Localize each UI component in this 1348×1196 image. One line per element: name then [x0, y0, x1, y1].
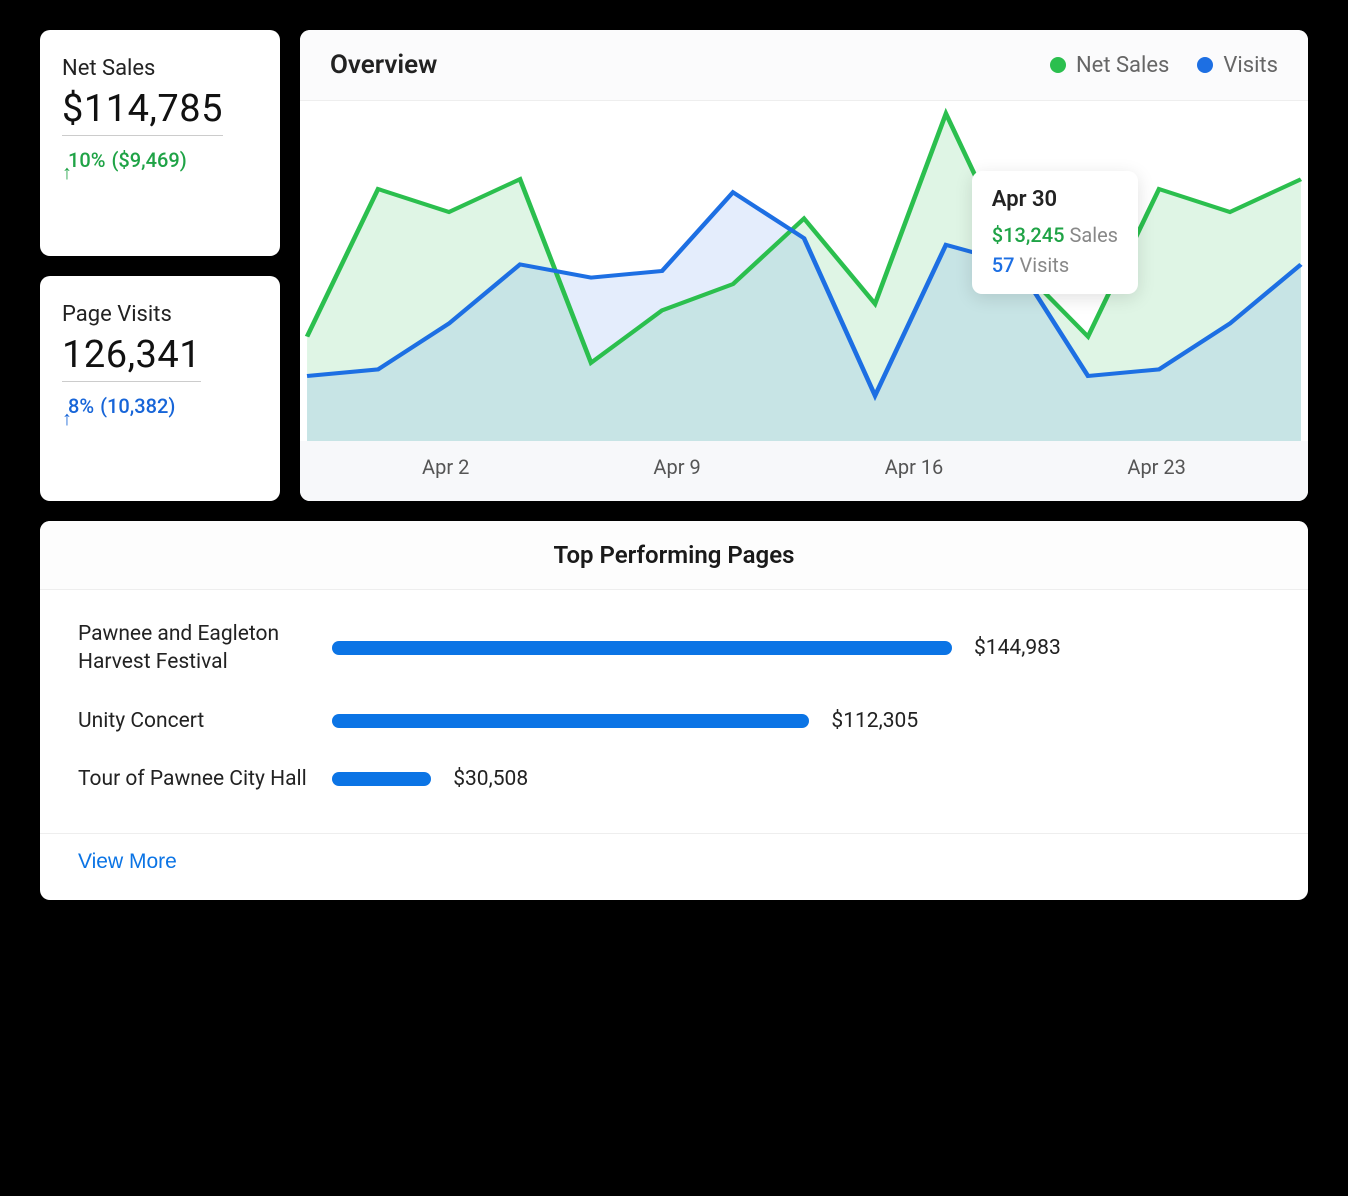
- overview-title: Overview: [330, 50, 437, 80]
- top-page-name: Tour of Pawnee City Hall: [78, 765, 308, 793]
- top-page-bar-wrap: $30,508: [332, 767, 1270, 791]
- legend-net-sales-label: Net Sales: [1076, 53, 1169, 78]
- top-pages-body: Pawnee and Eagleton Harvest Festival $144…: [40, 590, 1308, 833]
- top-page-bar-wrap: $112,305: [332, 709, 1270, 733]
- top-page-bar: [332, 641, 952, 655]
- overview-chart[interactable]: Apr 30 $13,245 Sales 57 Visits: [300, 101, 1308, 441]
- legend-visits[interactable]: Visits: [1197, 53, 1278, 78]
- tooltip-sales-value: $13,245: [992, 223, 1065, 247]
- tooltip-sales-label: Sales: [1069, 223, 1118, 247]
- tooltip-visits-row: 57 Visits: [992, 250, 1118, 280]
- overview-header: Overview Net Sales Visits: [300, 30, 1308, 101]
- top-page-row[interactable]: Tour of Pawnee City Hall $30,508: [78, 765, 1270, 793]
- tooltip-sales-row: $13,245 Sales: [992, 220, 1118, 250]
- tooltip-date: Apr 30: [992, 187, 1118, 212]
- tooltip-visits-label: Visits: [1020, 253, 1070, 277]
- overview-chart-svg: [300, 101, 1308, 441]
- x-tick: Apr 2: [422, 455, 469, 479]
- overview-legend: Net Sales Visits: [1050, 53, 1278, 78]
- top-page-row[interactable]: Unity Concert $112,305: [78, 707, 1270, 735]
- top-pages-footer: View More: [40, 833, 1308, 900]
- page-visits-delta-abs: (10,382): [100, 394, 175, 418]
- net-sales-delta-pct: 10%: [68, 148, 105, 172]
- top-page-name: Pawnee and Eagleton Harvest Festival: [78, 620, 308, 677]
- x-tick: Apr 9: [653, 455, 700, 479]
- x-tick: Apr 23: [1127, 455, 1186, 479]
- chart-tooltip: Apr 30 $13,245 Sales 57 Visits: [972, 171, 1138, 294]
- top-page-bar-wrap: $144,983: [332, 636, 1270, 660]
- overview-x-axis: Apr 2 Apr 9 Apr 16 Apr 23: [300, 441, 1308, 501]
- view-more-button[interactable]: View More: [78, 850, 177, 874]
- page-visits-label: Page Visits: [62, 302, 258, 327]
- legend-net-sales[interactable]: Net Sales: [1050, 53, 1169, 78]
- dot-icon: [1050, 57, 1066, 73]
- top-page-bar: [332, 714, 809, 728]
- net-sales-delta-abs: ($9,469): [111, 148, 186, 172]
- net-sales-label: Net Sales: [62, 56, 258, 81]
- top-pages-title: Top Performing Pages: [40, 521, 1308, 590]
- top-page-row[interactable]: Pawnee and Eagleton Harvest Festival $144…: [78, 620, 1270, 677]
- top-page-name: Unity Concert: [78, 707, 308, 735]
- overview-card: Overview Net Sales Visits Apr 3: [300, 30, 1308, 501]
- page-visits-delta: 8% (10,382): [62, 394, 258, 418]
- page-visits-card: Page Visits 126,341 8% (10,382): [40, 276, 280, 502]
- top-page-value: $112,305: [831, 709, 918, 733]
- page-visits-value: 126,341: [62, 333, 201, 382]
- top-page-value: $30,508: [453, 767, 528, 791]
- top-pages-card: Top Performing Pages Pawnee and Eagleton…: [40, 521, 1308, 900]
- tooltip-visits-value: 57: [992, 253, 1015, 277]
- net-sales-card: Net Sales $114,785 10% ($9,469): [40, 30, 280, 256]
- top-page-bar: [332, 772, 431, 786]
- dot-icon: [1197, 57, 1213, 73]
- legend-visits-label: Visits: [1223, 53, 1278, 78]
- net-sales-delta: 10% ($9,469): [62, 148, 258, 172]
- top-page-value: $144,983: [974, 636, 1061, 660]
- net-sales-value: $114,785: [62, 87, 223, 136]
- x-tick: Apr 16: [885, 455, 944, 479]
